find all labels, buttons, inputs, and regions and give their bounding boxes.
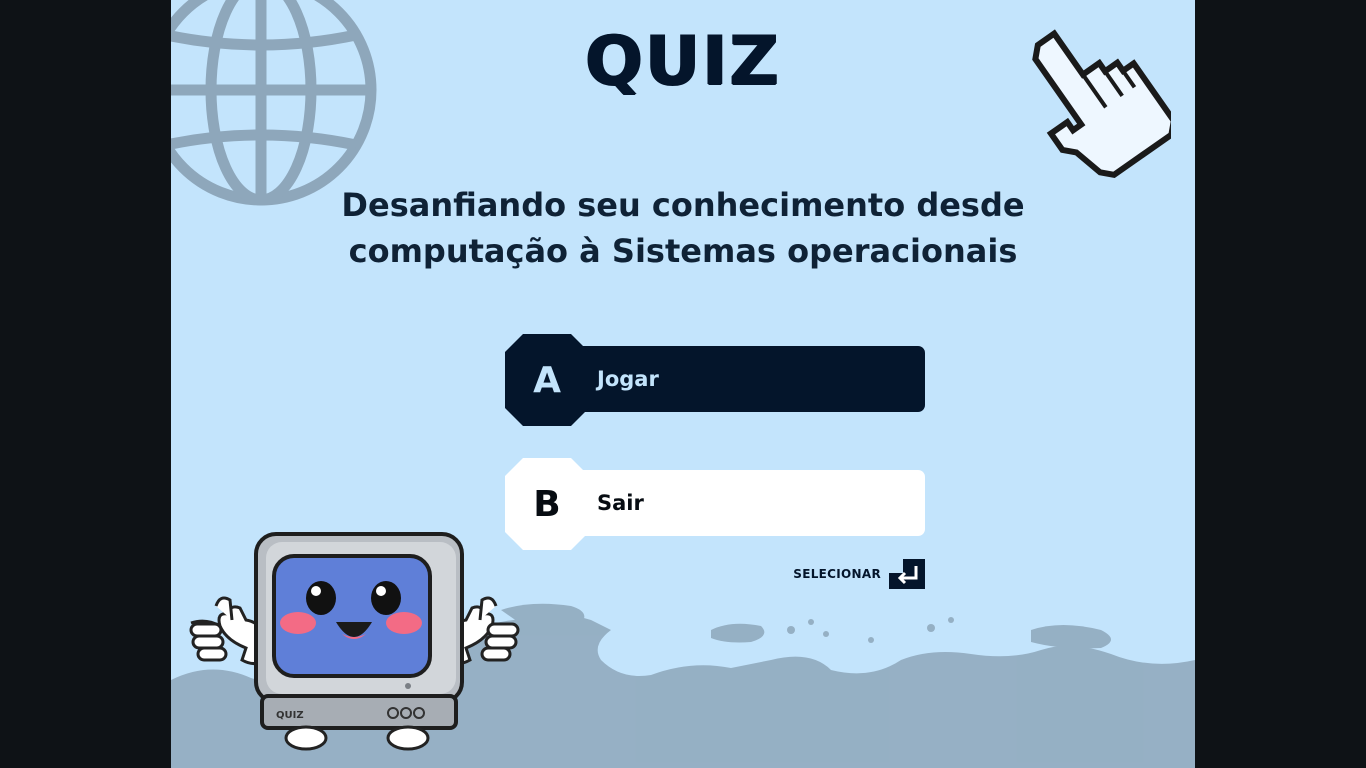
- option-play-button[interactable]: A Jogar: [505, 334, 925, 426]
- enter-key-icon: [889, 559, 925, 589]
- option-key-badge: A: [505, 334, 589, 426]
- game-screen: QUIZ Desanfiando seu conhecimento desde …: [171, 0, 1195, 768]
- subtitle-line-2: computação à Sistemas operacionais: [348, 232, 1018, 270]
- option-label: Jogar: [597, 367, 659, 391]
- select-hint: SELECIONAR: [781, 558, 925, 590]
- select-hint-label: SELECIONAR: [793, 567, 881, 581]
- option-label: Sair: [597, 491, 644, 515]
- game-title: QUIZ: [585, 22, 781, 101]
- subtitle-line-1: Desanfiando seu conhecimento desde: [341, 186, 1025, 224]
- option-exit-button[interactable]: B Sair: [505, 458, 925, 550]
- mascot-base-label: QUIZ: [276, 710, 304, 721]
- game-subtitle: Desanfiando seu conhecimento desde compu…: [283, 182, 1083, 274]
- computer-mascot: QUIZ: [189, 532, 520, 751]
